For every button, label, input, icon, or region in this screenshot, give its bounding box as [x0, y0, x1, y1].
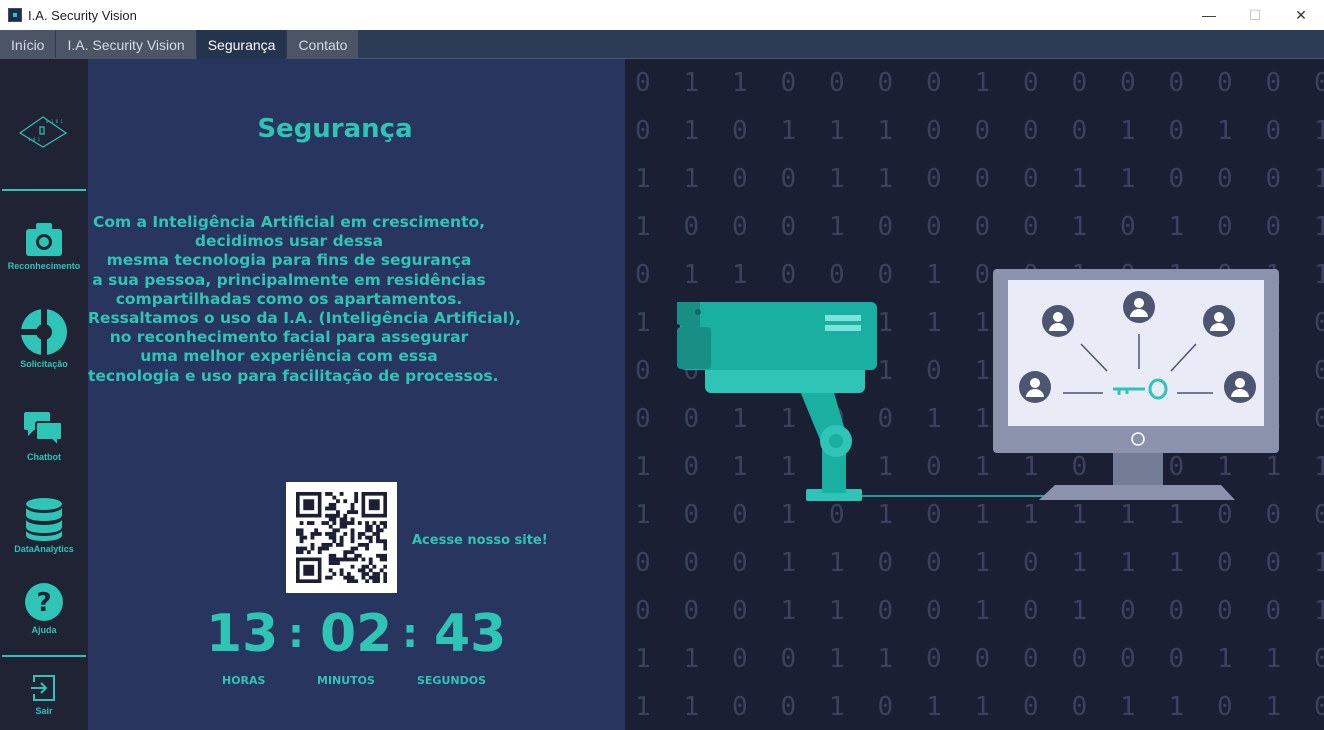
qr-caption: Acesse nosso site! — [412, 533, 548, 548]
exit-icon — [31, 675, 55, 701]
logo-icon: 0 1 0 1 1 0 1 — [18, 116, 68, 148]
pie-chart-icon — [20, 308, 67, 356]
help-icon: ? — [25, 583, 63, 621]
svg-text:?: ? — [36, 588, 51, 618]
paragraph-line: uma melhor experiência com essa — [140, 347, 438, 366]
window-controls: — ☐ ✕ — [1186, 0, 1324, 30]
illustration-panel: 0110000100000000101110000101011100110001… — [625, 59, 1324, 730]
paragraph-line: a sua pessoa, principalmente em residênc… — [92, 270, 486, 289]
paragraph-line: Com a Inteligência Artificial em crescim… — [92, 213, 486, 231]
sidebar-item-label: DataAnalytics — [14, 544, 74, 554]
qr-code-image — [296, 492, 387, 583]
sidebar-item-label: Solicitação — [20, 359, 68, 369]
paragraph-line: no reconhecimento facial para assegurar — [109, 328, 469, 347]
sidebar-item-sair[interactable]: Sair — [0, 673, 88, 716]
content-panel: Segurança Com a Inteligência Artificial … — [88, 59, 625, 730]
app-icon — [8, 8, 22, 22]
sidebar-item-label: Ajuda — [31, 625, 57, 635]
window-title: I.A. Security Vision — [28, 7, 137, 23]
tab-bar: Início I.A. Security Vision Segurança Co… — [0, 30, 1324, 59]
clock-separator: : — [288, 611, 304, 657]
minimize-button[interactable]: — — [1186, 0, 1232, 30]
paragraph-line: tecnologia e uso para facilitação de pro… — [88, 366, 499, 385]
clock-minutes-label: MINUTOS — [317, 674, 375, 687]
clock-seconds-label: SEGUNDOS — [417, 674, 487, 687]
sidebar-item-reconhecimento[interactable]: Reconhecimento — [0, 220, 88, 271]
clock: 13 : 02 : 43 — [206, 604, 507, 664]
monitor-icon — [993, 269, 1279, 500]
security-illustration — [677, 269, 1279, 501]
tab-inicio[interactable]: Início — [0, 30, 56, 59]
svg-text:0 1 0 1: 0 1 0 1 — [46, 119, 63, 124]
page-title: Segurança — [257, 114, 413, 144]
clock-separator: : — [402, 611, 418, 657]
clock-hours-label: HORAS — [222, 674, 266, 687]
maximize-button[interactable]: ☐ — [1232, 0, 1278, 30]
sidebar-divider — [2, 655, 86, 657]
sidebar-item-solicitacao[interactable]: Solicitação — [0, 308, 88, 369]
tab-seguranca[interactable]: Segurança — [196, 30, 287, 59]
sidebar-item-label: Reconhecimento — [7, 261, 81, 271]
sidebar-item-dataanalytics[interactable]: DataAnalytics — [0, 497, 88, 554]
security-camera-icon — [677, 302, 877, 393]
tab-contato[interactable]: Contato — [287, 30, 359, 59]
svg-text:1 0 1: 1 0 1 — [28, 137, 41, 142]
window-titlebar: I.A. Security Vision — ☐ ✕ — [0, 0, 1324, 30]
chat-bubbles-icon — [24, 412, 63, 449]
paragraph-line: compartilhadas como os apartamentos. — [115, 289, 463, 308]
paragraph-line: decidimos usar dessa — [194, 232, 384, 251]
sidebar-item-label: Chatbot — [27, 452, 61, 462]
clock-seconds: 43 — [434, 604, 507, 664]
sidebar: 0 1 0 1 1 0 1 Reconhecimento Solicitação… — [0, 59, 88, 730]
database-icon — [26, 498, 62, 541]
camera-icon — [26, 223, 62, 256]
paragraph-line: mesma tecnologia para fins de segurança — [106, 251, 472, 270]
description-paragraph: Com a Inteligência Artificial em crescim… — [88, 213, 522, 386]
qr-code[interactable] — [286, 482, 397, 593]
close-button[interactable]: ✕ — [1278, 0, 1324, 30]
sidebar-divider — [2, 189, 86, 191]
clock-minutes: 02 — [320, 604, 393, 664]
paragraph-line: Ressaltamos o uso da I.A. (Inteligência … — [88, 309, 522, 328]
sidebar-item-ajuda[interactable]: ? Ajuda — [0, 582, 88, 635]
sidebar-item-chatbot[interactable]: Chatbot — [0, 409, 88, 462]
sidebar-item-label: Sair — [35, 706, 53, 716]
tab-ia-security-vision[interactable]: I.A. Security Vision — [56, 30, 196, 59]
clock-hours: 13 — [206, 604, 279, 664]
